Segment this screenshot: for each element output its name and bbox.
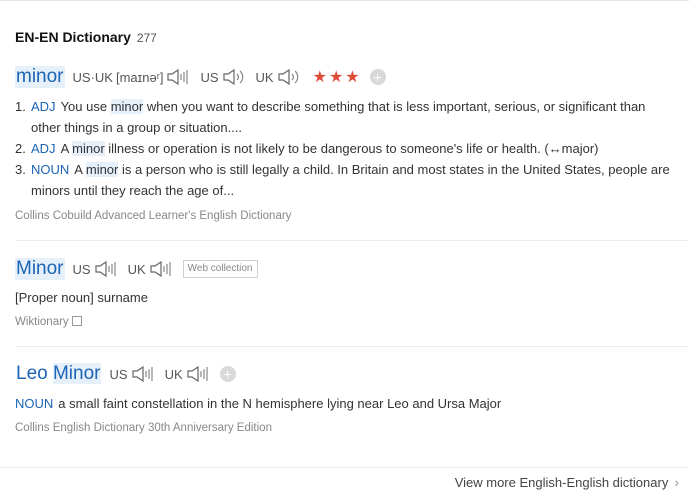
pron-label: UK [255,69,274,85]
source-label: Collins Cobuild Advanced Learner's Engli… [15,210,292,222]
source-label: Wiktionary [15,316,69,328]
view-more-label: View more English-English dictionary [454,474,669,490]
divider [15,346,689,347]
divider [15,240,689,241]
speaker-icon[interactable] [94,260,120,278]
top-border [0,0,689,1]
definition-text-part: is a person who is still legally a child… [31,162,670,198]
speaker-icon[interactable] [186,365,212,383]
pron-label: US [200,69,219,85]
definition-item: NOUN a small faint constellation in the N… [15,396,501,411]
definition-text: ADJ A minor illness or operation is not l… [31,138,675,159]
headword[interactable]: Minor [15,258,65,280]
entry-leo-minor-header: Leo Minor US UK + [15,363,236,385]
definition-text: ADJ You use minor when you want to descri… [31,96,675,138]
chevron-right-icon: › [674,474,679,490]
frequency-stars: ★★★ [312,69,362,86]
definition-text: a small faint constellation in the N hem… [58,396,502,411]
pron-uk: UK [128,260,175,278]
view-more-link[interactable]: View more English-English dictionary › [455,474,679,490]
phonetic: [maɪnəʳ] [115,69,164,85]
entry-minor-definitions: 1. ADJ You use minor when you want to des… [15,96,675,201]
definition-item: 2. ADJ A minor illness or operation is no… [15,138,675,159]
definition-number: 3. [15,162,26,177]
pron-label: US [109,366,128,382]
add-to-wordbook-button[interactable]: + [219,366,236,382]
definition-text-part: illness or operation is not likely to be… [104,141,599,156]
pron-us: US [200,68,247,86]
dictionary-count: 277 [136,31,157,45]
part-of-speech: NOUN [15,396,54,411]
keyword-highlight: minor [85,162,119,177]
pron-label: US [72,261,91,277]
speaker-icon[interactable] [166,68,192,86]
speaker-icon[interactable] [277,68,303,86]
definition-text: [Proper noun] surname [15,290,148,305]
copy-icon[interactable] [71,315,82,326]
definition-number: 1. [15,99,26,114]
headword-part: Leo [16,363,53,384]
source-label-wrapper: Wiktionary [15,315,82,328]
definition-text-part: A [74,162,86,177]
headword[interactable]: Leo Minor [15,363,102,385]
keyword-highlight: minor [72,141,105,156]
speaker-icon[interactable] [131,365,157,383]
pron-uk: UK [256,68,303,86]
entry-minor-header: minor US·UK [maɪnəʳ] US UK ★★★ + [15,66,386,88]
part-of-speech: ADJ [31,99,56,114]
part-of-speech: ADJ [31,141,56,156]
entry-minor-proper-header: Minor US UK Web collection [15,258,258,280]
part-of-speech: NOUN [31,162,70,177]
pron-us-uk: US·UK [maɪnəʳ] [73,68,193,86]
definition-item: 3. NOUN A minor is a person who is still … [15,159,675,201]
speaker-icon[interactable] [222,68,248,86]
pron-us: US [73,260,120,278]
pron-label: US·UK [72,69,113,85]
dictionary-title: EN-EN Dictionary [15,29,131,45]
keyword-highlight: minor [110,99,144,114]
definition-item: 1. ADJ You use minor when you want to des… [15,96,675,138]
definition-number: 2. [15,141,26,156]
headword[interactable]: minor [15,66,65,88]
definition-text-part: A [60,141,73,156]
pron-us: US [110,365,157,383]
pron-label: UK [164,366,183,382]
add-to-wordbook-button[interactable]: + [369,69,386,85]
pron-uk: UK [165,365,212,383]
web-collection-tag: Web collection [182,260,258,278]
speaker-icon[interactable] [149,260,175,278]
pron-label: UK [127,261,146,277]
headword-highlight: Minor [52,363,101,384]
source-label: Collins English Dictionary 30th Annivers… [15,422,272,434]
definition-text: NOUN A minor is a person who is still leg… [31,159,675,201]
definition-text-part: You use [60,99,111,114]
dictionary-header: EN-EN Dictionary 277 [15,29,157,45]
